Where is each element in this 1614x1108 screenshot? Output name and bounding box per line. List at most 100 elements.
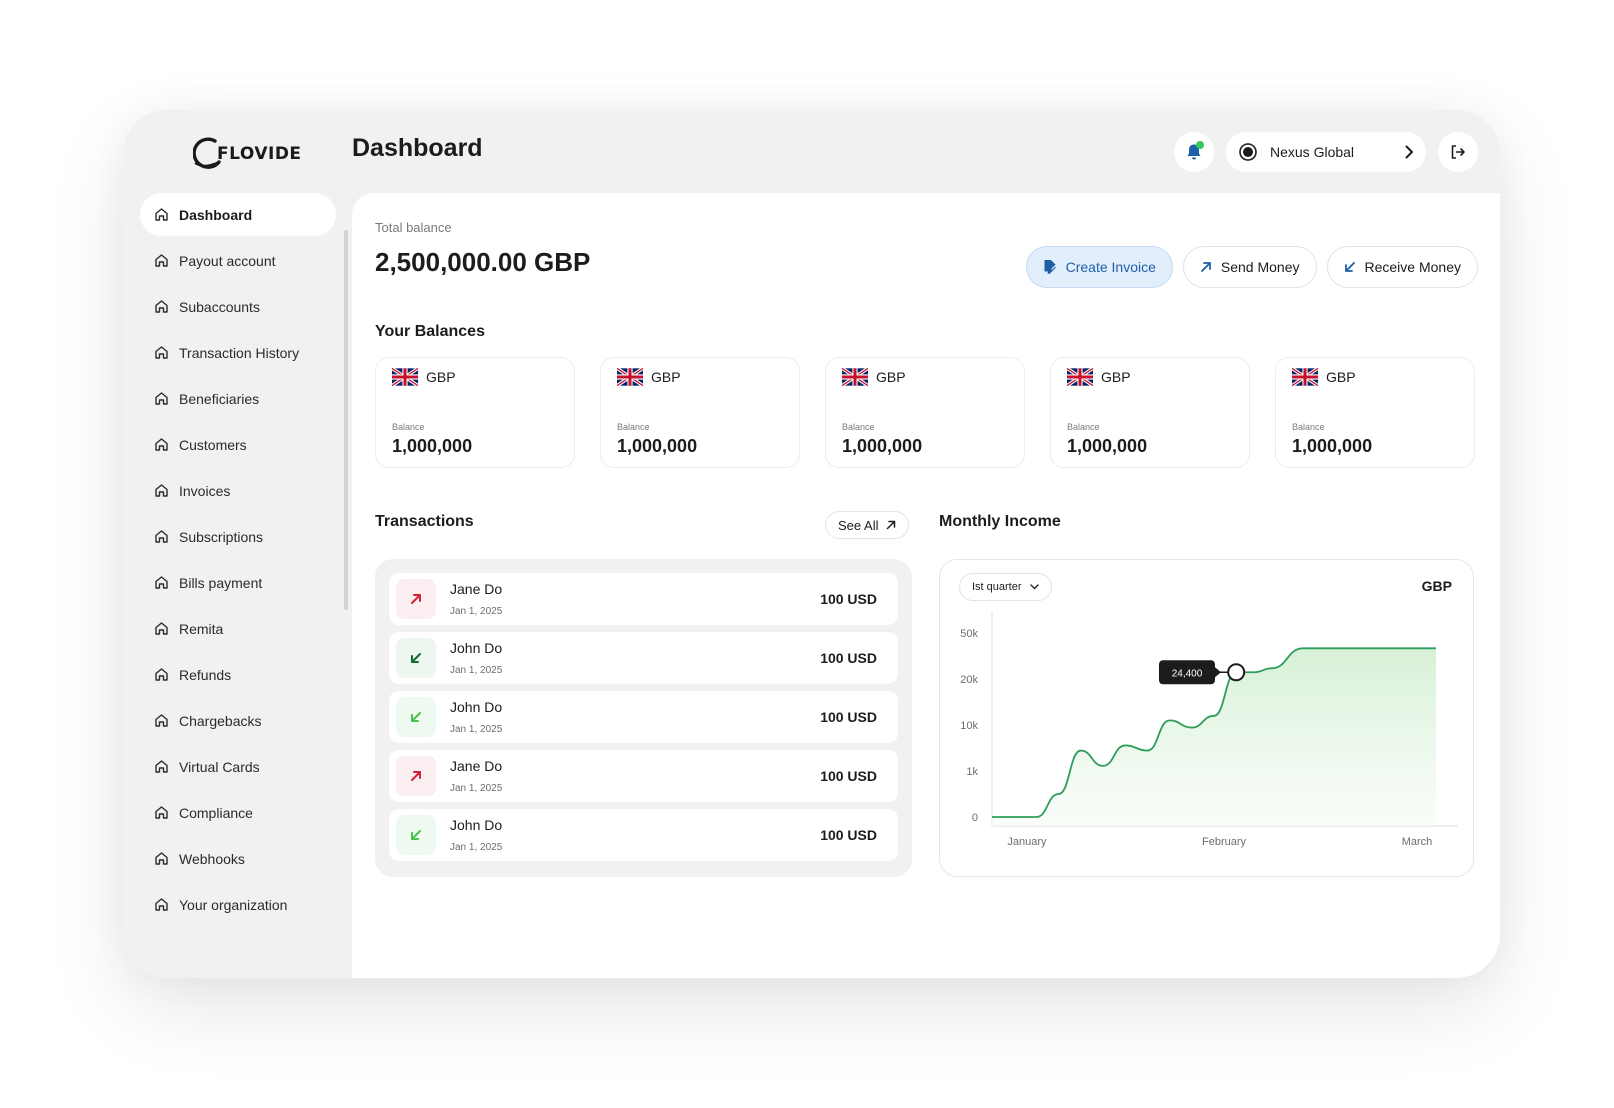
transaction-amount: 100 USD [820, 827, 877, 843]
sidebar-item-label: Remita [179, 620, 224, 637]
sidebar-item-virtual-cards[interactable]: Virtual Cards [140, 745, 336, 788]
notifications-button[interactable] [1174, 132, 1214, 172]
uk-flag-icon [1067, 368, 1093, 386]
sidebar-item-beneficiaries[interactable]: Beneficiaries [140, 377, 336, 420]
income-chart-plot: 0 1k 10k 20k 50k January February March 24,400 [960, 612, 1458, 848]
transaction-info: John Do Jan 1, 2025 [450, 699, 820, 735]
home-icon [155, 530, 168, 543]
sidebar-item-label: Bills payment [179, 574, 263, 591]
logout-button[interactable] [1438, 132, 1478, 172]
receive-money-label: Receive Money [1364, 259, 1462, 275]
page-title: Dashboard [352, 134, 483, 162]
sidebar-item-chargebacks[interactable]: Chargebacks [140, 699, 336, 742]
home-icon [155, 622, 168, 635]
home-icon [155, 438, 168, 451]
arrow-up-right-icon [411, 594, 421, 604]
sidebar-item-bills-payment[interactable]: Bills payment [140, 561, 336, 604]
header-actions: Nexus Global [1174, 132, 1478, 172]
y-tick-label: 50k [960, 628, 978, 640]
sidebar-item-label: Webhooks [179, 850, 245, 867]
sidebar-item-webhooks[interactable]: Webhooks [140, 837, 336, 880]
sidebar-nav: Dashboard Payout account Subaccounts Transa… [140, 193, 336, 929]
balance-card[interactable]: GBP Balance 1,000,000 [1050, 357, 1250, 468]
balance-label: Balance [842, 422, 875, 432]
send-money-button[interactable]: Send Money [1182, 246, 1317, 288]
sidebar-item-remita[interactable]: Remita [140, 607, 336, 650]
sidebar-item-subaccounts[interactable]: Subaccounts [140, 285, 336, 328]
sidebar-item-label: Invoices [179, 482, 231, 499]
see-all-label: See All [838, 517, 879, 533]
home-icon [155, 714, 168, 727]
sidebar-item-label: Beneficiaries [179, 390, 260, 407]
currency-code: GBP [651, 369, 681, 385]
sidebar-item-compliance[interactable]: Compliance [140, 791, 336, 834]
uk-flag-icon [842, 368, 868, 386]
transaction-direction [396, 638, 436, 678]
transaction-row[interactable]: John Do Jan 1, 2025 100 USD [389, 691, 898, 743]
sidebar-item-label: Customers [179, 436, 247, 453]
org-name: Nexus Global [1270, 144, 1355, 160]
transaction-row[interactable]: John Do Jan 1, 2025 100 USD [389, 809, 898, 861]
sidebar-item-label: Payout account [179, 252, 276, 269]
sidebar-item-label: Compliance [179, 804, 253, 821]
arrow-up-right-icon [887, 520, 896, 530]
transaction-row[interactable]: Jane Do Jan 1, 2025 100 USD [389, 750, 898, 802]
transaction-direction [396, 697, 436, 737]
home-icon [155, 484, 168, 497]
x-tick-label: March [1402, 836, 1433, 848]
transactions-panel: Jane Do Jan 1, 2025 100 USD John Do Jan 1, 2… [375, 559, 912, 877]
balance-card[interactable]: GBP Balance 1,000,000 [825, 357, 1025, 468]
balance-card[interactable]: GBP Balance 1,000,000 [600, 357, 800, 468]
currency-code: GBP [1326, 369, 1356, 385]
create-invoice-button[interactable]: Create Invoice [1025, 246, 1173, 288]
balance-card[interactable]: GBP Balance 1,000,000 [1275, 357, 1475, 468]
transaction-row[interactable]: John Do Jan 1, 2025 100 USD [389, 632, 898, 684]
home-icon [155, 208, 168, 221]
arrow-down-left-icon [411, 653, 421, 663]
balance-currency: GBP [842, 368, 1008, 386]
balance-label: Balance [1067, 422, 1100, 432]
y-tick-label: 1k [966, 766, 978, 778]
y-tick-label: 10k [960, 720, 978, 732]
transaction-info: John Do Jan 1, 2025 [450, 817, 820, 853]
transaction-date: Jan 1, 2025 [450, 665, 503, 676]
sidebar-item-dashboard[interactable]: Dashboard [140, 193, 336, 236]
transaction-name: Jane Do [450, 758, 503, 774]
sidebar-item-payout-account[interactable]: Payout account [140, 239, 336, 282]
x-tick-label: January [1007, 836, 1047, 848]
home-icon [155, 576, 168, 589]
sidebar-item-your-organization[interactable]: Your organization [140, 883, 336, 926]
transaction-row[interactable]: Jane Do Jan 1, 2025 100 USD [389, 573, 898, 625]
sidebar-item-label: Subaccounts [179, 298, 260, 315]
transaction-amount: 100 USD [820, 768, 877, 784]
sidebar-item-subscriptions[interactable]: Subscriptions [140, 515, 336, 558]
logo-text: FLOVIDE [217, 144, 302, 164]
home-icon [155, 300, 168, 313]
balance-value: 1,000,000 [617, 436, 698, 456]
transaction-name: John Do [450, 640, 503, 656]
balance-value: 1,000,000 [1292, 436, 1373, 456]
balance-card[interactable]: GBP Balance 1,000,000 [375, 357, 575, 468]
notification-dot [1196, 141, 1204, 149]
sidebar-item-transaction-history[interactable]: Transaction History [140, 331, 336, 374]
home-icon [155, 668, 168, 681]
see-all-button[interactable]: See All [825, 511, 910, 539]
balance-label: Balance [1292, 422, 1325, 432]
transaction-direction [396, 579, 436, 619]
arrow-up-right-icon [411, 771, 421, 781]
balance-currency: GBP [392, 368, 558, 386]
receive-money-button[interactable]: Receive Money [1326, 246, 1478, 288]
sidebar-item-customers[interactable]: Customers [140, 423, 336, 466]
transaction-date: Jan 1, 2025 [450, 842, 503, 853]
transaction-name: John Do [450, 817, 503, 833]
sidebar-scrollbar[interactable] [344, 230, 348, 610]
sidebar-item-invoices[interactable]: Invoices [140, 469, 336, 512]
arrow-down-left-icon [1344, 262, 1355, 272]
balances-title: Your Balances [375, 323, 485, 340]
balances-list: GBP Balance 1,000,000 GBP Balance 1,000,000 GB… [375, 357, 1475, 468]
balance-value: 1,000,000 [392, 436, 473, 456]
org-switcher[interactable]: Nexus Global [1226, 132, 1426, 172]
transactions-title: Transactions [375, 513, 474, 530]
sidebar-item-refunds[interactable]: Refunds [140, 653, 336, 696]
arrow-down-left-icon [411, 830, 421, 840]
